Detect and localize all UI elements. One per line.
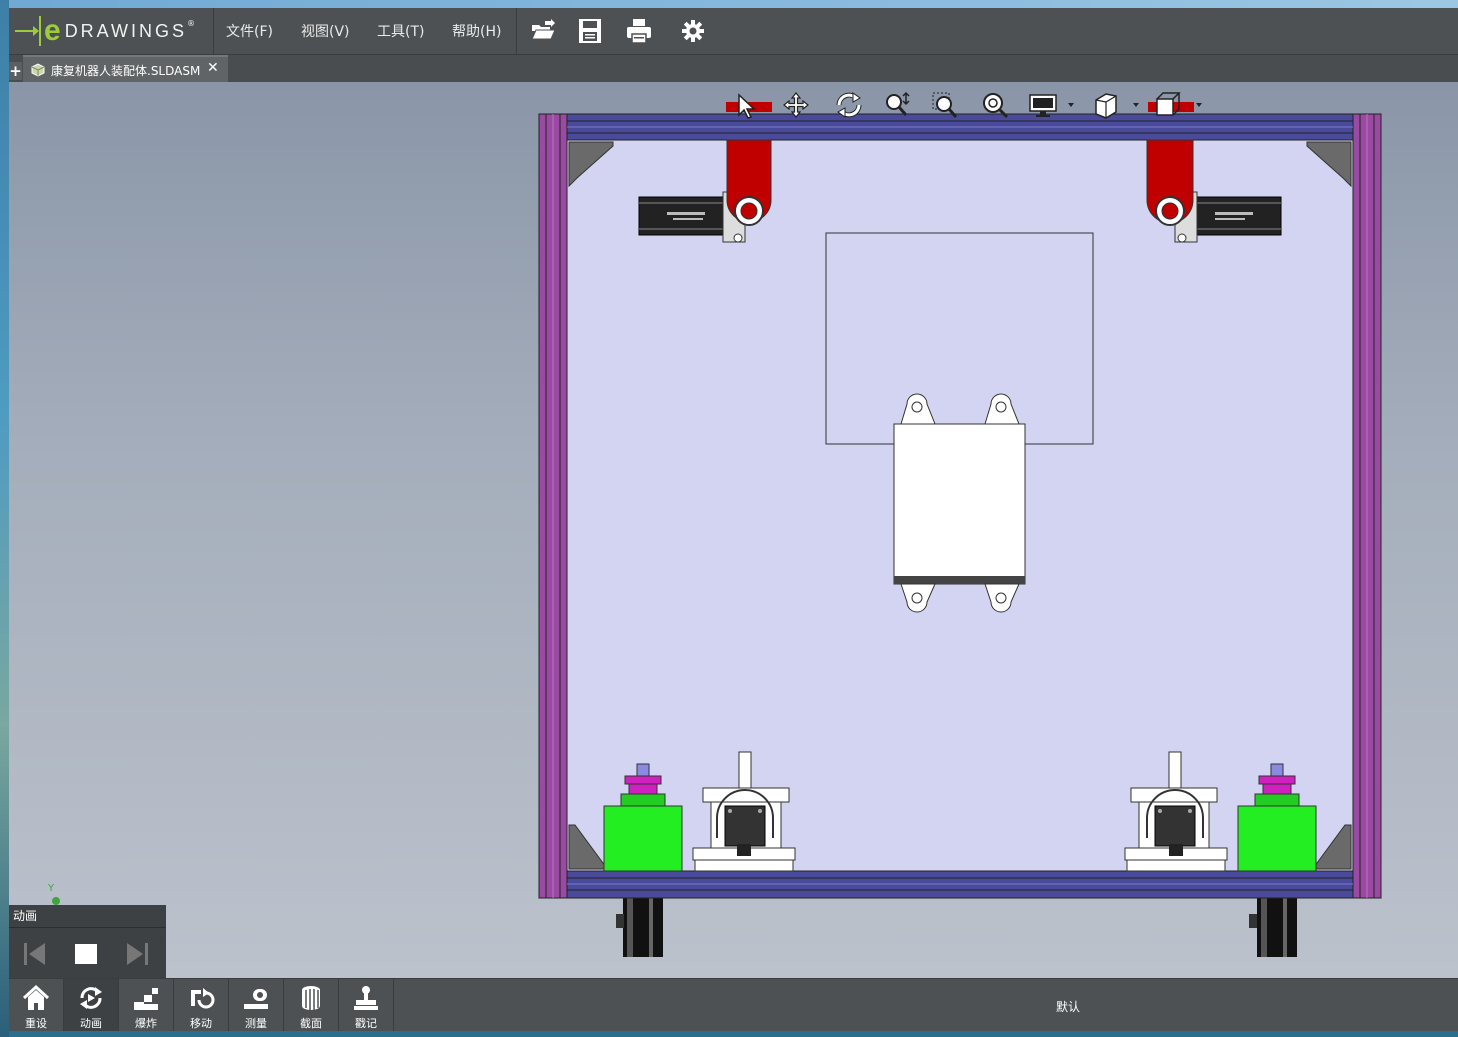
- new-tab-button[interactable]: +: [9, 62, 22, 80]
- measure-label: 测量: [245, 1017, 267, 1030]
- assembly-model[interactable]: [9, 82, 1458, 978]
- bottom-toolbar: 重设 动画 爆炸 移动 测量 截面 戳记 默认: [9, 978, 1458, 1032]
- reset-button[interactable]: 重设: [9, 979, 64, 1032]
- edrawings-logo: e DRAWINGS ®: [15, 14, 195, 48]
- print-icon[interactable]: [625, 17, 653, 45]
- separator: [516, 8, 517, 54]
- home-icon: [22, 984, 50, 1010]
- pan-icon[interactable]: [783, 92, 809, 118]
- move-label: 移动: [190, 1017, 212, 1030]
- center-outline: [825, 232, 1094, 445]
- explode-icon: [134, 988, 158, 1010]
- previous-icon[interactable]: [21, 941, 49, 967]
- display-icon[interactable]: [1029, 94, 1074, 117]
- center-part: [893, 393, 1026, 613]
- logo-mark: ®: [187, 18, 196, 28]
- logo-e: e: [44, 14, 61, 47]
- logo-word: DRAWINGS: [64, 20, 188, 41]
- standard-views-icon[interactable]: [1156, 92, 1202, 116]
- separator: [213, 8, 214, 54]
- desktop-left-edge: [0, 0, 9, 1037]
- reset-label: 重设: [25, 1017, 47, 1030]
- select-icon[interactable]: [738, 93, 756, 119]
- menu-view[interactable]: 视图(V): [301, 21, 350, 41]
- stop-icon[interactable]: [73, 942, 99, 966]
- move-icon: [191, 988, 215, 1009]
- zoom-fit-icon[interactable]: [983, 93, 1009, 119]
- animation-title: 动画: [13, 909, 38, 923]
- configuration-name[interactable]: 默认: [1056, 998, 1080, 1015]
- assembly-icon: [31, 63, 45, 77]
- logo-bar: [39, 16, 41, 46]
- next-icon[interactable]: [123, 941, 151, 967]
- zoom-area-icon[interactable]: [932, 92, 958, 118]
- view-toolbar: [738, 91, 1202, 119]
- settings-icon[interactable]: [679, 17, 707, 45]
- save-icon[interactable]: [576, 17, 604, 45]
- animate-label: 动画: [80, 1017, 102, 1030]
- top-toolbar: e DRAWINGS ® 文件(F) 视图(V) 工具(T) 帮助(H): [9, 8, 1458, 55]
- zoom-icon[interactable]: [886, 91, 910, 116]
- open-icon[interactable]: [529, 17, 557, 45]
- animation-panel: 动画: [9, 905, 166, 978]
- document-tab[interactable]: 康复机器人装配体.SLDASM ✕: [23, 55, 228, 82]
- explode-label: 爆炸: [135, 1017, 157, 1030]
- document-name: 康复机器人装配体.SLDASM: [51, 64, 201, 78]
- right-post: [1352, 113, 1382, 899]
- rotate-icon[interactable]: [836, 92, 862, 118]
- stamp-label: 戳记: [355, 1017, 377, 1030]
- close-tab-icon[interactable]: ✕: [207, 60, 219, 76]
- stamp-button[interactable]: 戳记: [339, 979, 394, 1032]
- stamp-icon: [354, 986, 378, 1010]
- view-orientation-icon[interactable]: [1095, 93, 1139, 119]
- section-label: 截面: [300, 1017, 322, 1030]
- animation-divider: [9, 927, 166, 928]
- 3d-viewport[interactable]: [9, 82, 1458, 978]
- explode-button[interactable]: 爆炸: [119, 979, 174, 1032]
- axis-y-label: Y: [48, 883, 55, 894]
- menu-tools[interactable]: 工具(T): [377, 21, 424, 41]
- move-button[interactable]: 移动: [174, 979, 229, 1032]
- menu-file[interactable]: 文件(F): [226, 21, 273, 41]
- document-tab-row: + 康复机器人装配体.SLDASM ✕: [9, 55, 1458, 82]
- right-leg: [1249, 897, 1297, 957]
- taskbar-edge: [9, 1031, 1458, 1037]
- left-post: [538, 113, 568, 899]
- logo-arrow-icon: [15, 26, 39, 36]
- axis-origin-icon: [52, 897, 60, 905]
- window-top-edge: [0, 0, 1458, 8]
- bottom-rail: [566, 870, 1354, 899]
- animate-button[interactable]: 动画: [64, 979, 119, 1032]
- measure-icon: [244, 989, 268, 1009]
- section-button[interactable]: 截面: [284, 979, 339, 1032]
- menu-help[interactable]: 帮助(H): [452, 21, 501, 41]
- animate-icon: [80, 987, 102, 1009]
- section-icon: [302, 986, 320, 1010]
- measure-button[interactable]: 测量: [229, 979, 284, 1032]
- left-leg: [616, 897, 663, 957]
